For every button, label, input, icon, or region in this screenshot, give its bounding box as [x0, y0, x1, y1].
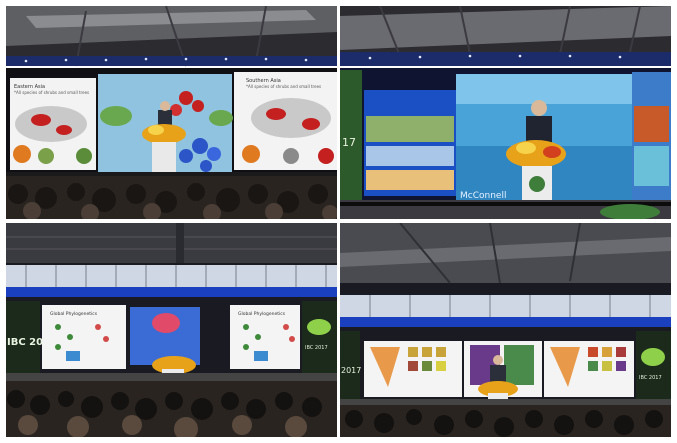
right-screen-subtitle: *All species of shrubs and small trees [246, 84, 321, 89]
left-screen-subtitle: *All species of shrubs and small trees [14, 90, 89, 95]
photo-top-right: 17 McConnell [340, 6, 671, 219]
photo-collage: Eastern Asia *All species of shrubs and … [0, 0, 677, 443]
right-side-logo-text: IBC 2017 [305, 345, 328, 351]
right-screen-title: Global Phylogenetics [238, 311, 286, 317]
right-side-logo-text: IBC 2017 [639, 375, 662, 381]
svg-text:17: 17 [342, 136, 356, 149]
photo-bottom-left: IBC 2017 IBC 2017 Global Phylogenetics G… [6, 223, 337, 437]
photo-top-left: Eastern Asia *All species of shrubs and … [6, 6, 337, 219]
banner-text: McConnell [460, 191, 506, 201]
left-edge-logo-text: 2017 [341, 366, 361, 375]
photo-bottom-right: 2017 IBC 2017 [340, 223, 671, 437]
left-screen-title: Global Phylogenetics [50, 311, 98, 317]
